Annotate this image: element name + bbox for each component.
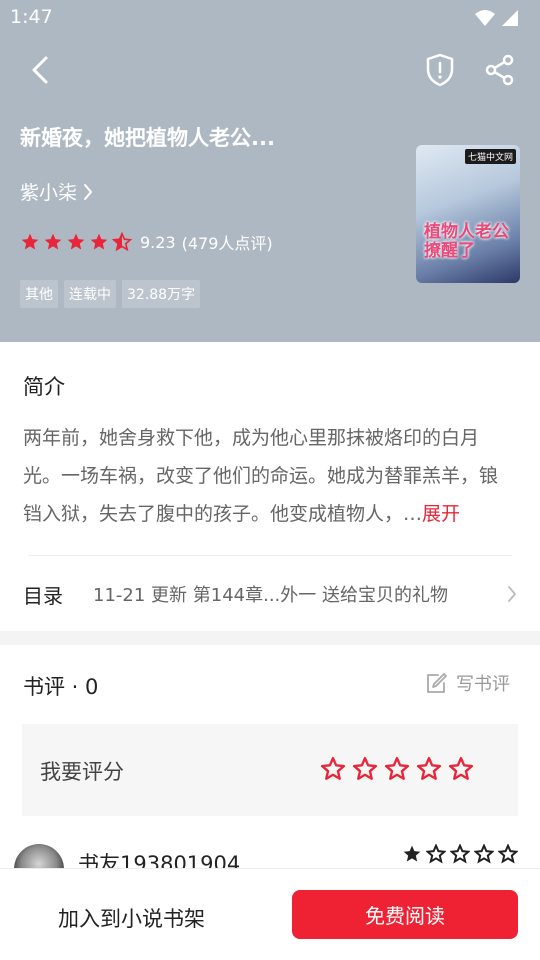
- expand-link[interactable]: 展开: [422, 503, 460, 525]
- write-review-label: 写书评: [456, 674, 510, 695]
- report-button[interactable]: [422, 52, 458, 88]
- tag-genre: 其他: [20, 280, 58, 308]
- star-icon: [90, 233, 108, 250]
- review-heading: 书评 · 0: [23, 675, 99, 699]
- bottom-action-bar: 加入到小说书架 免费阅读: [0, 868, 540, 960]
- star-outline-icon[interactable]: [448, 756, 474, 782]
- star-icon: [67, 233, 85, 250]
- comment-item[interactable]: 书友193801904: [0, 828, 540, 868]
- author-link[interactable]: 紫小柒: [20, 178, 93, 205]
- free-read-label: 免费阅读: [365, 904, 445, 928]
- star-icon: [450, 844, 470, 864]
- write-review-button[interactable]: 写书评: [424, 670, 510, 696]
- rating-count: (479人点评): [181, 234, 273, 253]
- toc-chevron: [499, 585, 517, 603]
- share-button[interactable]: [482, 52, 518, 88]
- section-gap: [0, 631, 540, 645]
- star-outline-icon[interactable]: [352, 756, 378, 782]
- star-icon: [403, 845, 421, 862]
- signal-icon: [502, 10, 518, 26]
- chevron-right-icon: [508, 586, 517, 602]
- star-icon: [474, 844, 494, 864]
- star-outline-icon[interactable]: [320, 756, 346, 782]
- star-outline-icon[interactable]: [416, 756, 442, 782]
- cover-title: 植物人老公撩醒了: [424, 222, 509, 261]
- comment-user: 书友193801904: [78, 852, 241, 868]
- avatar: [14, 844, 64, 868]
- share-icon: [485, 54, 514, 86]
- rating-row: 9.23 (479人点评): [20, 230, 273, 254]
- star-icon: [21, 233, 39, 250]
- add-to-shelf-button[interactable]: 加入到小说书架: [58, 903, 205, 933]
- tag-status: 连载中: [64, 280, 116, 308]
- shield-icon: [426, 53, 454, 87]
- edit-icon: [427, 673, 447, 693]
- book-title: 新婚夜，她把植物人老公...: [20, 126, 275, 150]
- star-half-icon: [112, 232, 132, 252]
- rate-stars: [320, 756, 474, 782]
- rate-label: 我要评分: [40, 760, 124, 784]
- free-read-button[interactable]: 免费阅读: [292, 890, 518, 939]
- author-name: 紫小柒: [20, 182, 78, 204]
- star-icon: [498, 844, 518, 864]
- status-time: 1:47: [10, 6, 53, 28]
- toc-row[interactable]: 目录 11-21 更新 第144章...外一 送给宝贝的礼物: [23, 574, 517, 614]
- book-header: 1:47 新婚夜，她把植物人老公... 紫小柒 9.23 (479人点评) 其他…: [0, 0, 540, 342]
- star-outline-icon[interactable]: [384, 756, 410, 782]
- cover-brand: 七猫中文网: [464, 149, 516, 164]
- toc-update: 11-21 更新 第144章...外一 送给宝贝的礼物: [93, 585, 448, 606]
- star-icon: [44, 233, 62, 250]
- rate-box: 我要评分: [22, 724, 518, 816]
- book-tags: 其他 连载中 32.88万字: [20, 280, 201, 308]
- rating-stars: [20, 232, 132, 252]
- intro-text: 两年前，她舍身救下他，成为他心里那抹被烙印的白月光。一场车祸，改变了他们的命运。…: [23, 419, 513, 533]
- toc-label: 目录: [23, 583, 63, 608]
- back-button[interactable]: [22, 52, 58, 88]
- comment-stars: [402, 844, 518, 864]
- divider: [28, 555, 512, 556]
- rating-score: 9.23: [140, 232, 176, 252]
- intro-heading: 简介: [23, 375, 65, 399]
- star-icon: [426, 844, 446, 864]
- status-icons: [474, 8, 520, 28]
- book-cover: 七猫中文网 植物人老公撩醒了: [416, 145, 520, 283]
- tag-word-count: 32.88万字: [122, 280, 201, 308]
- back-icon: [32, 56, 48, 84]
- chevron-right-icon: [84, 183, 93, 200]
- status-bar: 1:47: [0, 0, 540, 36]
- wifi-icon: [475, 10, 495, 26]
